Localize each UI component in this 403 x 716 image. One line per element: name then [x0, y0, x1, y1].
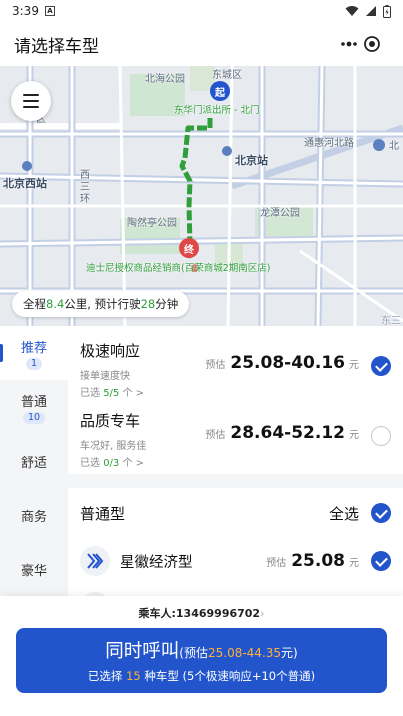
checkbox-checked-icon[interactable] — [371, 356, 391, 376]
ride-option-selected[interactable]: 已选 0/3 个 > — [80, 454, 391, 469]
checkbox-checked-icon[interactable] — [371, 551, 391, 571]
bottom-action-bar: 乘车人:13469996702› 同时呼叫(预估25.08-44.35元) 已选… — [0, 596, 403, 716]
estimate-label: 预估 — [205, 430, 226, 441]
status-icons — [345, 4, 391, 18]
ride-option-price: 预估 25.08-40.16 元 — [205, 353, 359, 373]
category-normal[interactable]: 普通 10 — [0, 380, 68, 434]
status-bar: 3:39 A — [0, 0, 403, 22]
chevron-right-icon: › — [260, 607, 265, 620]
map-label-west-ring: 西三环 — [80, 170, 90, 205]
menu-icon — [23, 94, 39, 96]
ride-option-price: 预估 28.64-52.12 元 — [205, 423, 359, 443]
map-label-start-place: 东华门派出所 - 北门 — [174, 105, 260, 116]
category-label: 舒适 — [20, 455, 47, 471]
passenger-phone: 13469996702 — [175, 607, 261, 620]
trip-minutes: 28 — [140, 297, 156, 311]
map-label-dongsan: 东三 — [381, 316, 401, 326]
route-map[interactable]: 北海公园 东城区 区 东华门派出所 - 北门 通惠河北路 北 北京站 北京西站 … — [0, 66, 403, 326]
category-label: 豪华 — [20, 563, 47, 579]
category-sidebar: 推荐 1 普通 10 舒适 商务 豪华 — [0, 326, 68, 596]
call-selected-suffix: 种车型 (5个极速响应+10个普通) — [140, 669, 316, 683]
call-button-summary: 已选择 15 种车型 (5个极速响应+10个普通) — [16, 668, 387, 684]
category-count-badge: 10 — [22, 411, 46, 424]
call-button-title-line: 同时呼叫(预估25.08-44.35元) — [16, 637, 387, 663]
price-unit: 元 — [349, 430, 359, 441]
start-marker-icon: 起 — [210, 81, 230, 101]
price-unit: 元 — [349, 360, 359, 371]
trip-distance: 8.4 — [46, 297, 65, 311]
price-value: 25.08 — [291, 551, 345, 571]
map-label-longtan: 龙潭公园 — [260, 208, 300, 219]
trip-summary: 全程 8.4 公里, 预计行驶 28 分钟 — [12, 291, 190, 317]
group-name: 普通型 — [80, 504, 126, 523]
category-luxury[interactable]: 豪华 — [0, 542, 68, 596]
map-menu-button[interactable] — [11, 81, 51, 121]
call-selected-count: 15 — [126, 669, 141, 683]
category-business[interactable]: 商务 — [0, 488, 68, 542]
checkbox-unchecked-icon[interactable] — [371, 426, 391, 446]
price-unit: 元 — [349, 558, 359, 569]
map-label-taoranting: 陶然亭公园 — [127, 218, 177, 229]
wifi-icon — [345, 6, 359, 16]
select-all-checkbox-icon[interactable] — [371, 503, 391, 523]
notification-badge-icon: A — [44, 6, 55, 16]
title-bar: 请选择车型 — [0, 22, 403, 66]
selected-prefix: 已选 — [80, 458, 104, 469]
trip-suffix: 分钟 — [155, 297, 179, 311]
category-label: 商务 — [20, 509, 47, 525]
map-label-beihai-park: 北海公园 — [145, 74, 185, 85]
select-all-label[interactable]: 全选 — [329, 503, 359, 524]
call-est-suffix: 元) — [281, 646, 298, 660]
call-button-title: 同时呼叫 — [105, 641, 180, 662]
page-title: 请选择车型 — [14, 36, 99, 57]
ride-option-premium[interactable]: 品质专车 车况好, 服务佳 已选 0/3 个 > 预估 28.64-52.12 … — [68, 396, 403, 469]
map-label-tonghui-river: 通惠河北路 — [304, 138, 354, 149]
ride-option-fast-response[interactable]: 极速响应 接单速度快 已选 5/5 个 > 预估 25.08-40.16 元 — [68, 326, 403, 399]
trip-mid: 公里, 预计行驶 — [64, 297, 141, 311]
end-marker-icon: 终 — [179, 238, 199, 258]
more-icon[interactable] — [340, 40, 358, 48]
model-row[interactable]: 星徽经济型 预估 25.08 元 — [68, 538, 403, 584]
category-recommended[interactable]: 推荐 1 — [0, 326, 68, 380]
estimate-label: 预估 — [266, 558, 287, 569]
passenger-label: 乘车人: — [138, 607, 176, 620]
signal-icon — [366, 6, 376, 16]
estimate-label: 预估 — [205, 360, 226, 371]
call-all-button[interactable]: 同时呼叫(预估25.08-44.35元) 已选择 15 种车型 (5个极速响应+… — [16, 628, 387, 693]
map-label-dongcheng: 东城区 — [212, 70, 242, 81]
selected-count: 0/3 — [103, 458, 120, 469]
brand-logo-icon — [80, 546, 110, 576]
category-label: 推荐 — [20, 340, 47, 356]
selected-suffix: 个 > — [119, 458, 145, 469]
map-label-bei: 北 — [389, 141, 399, 152]
call-est-prefix: (预估 — [179, 646, 208, 660]
mini-program-capsule — [331, 30, 389, 58]
close-miniprogram-icon[interactable] — [363, 35, 381, 53]
category-comfort[interactable]: 舒适 — [0, 434, 68, 488]
passenger-selector[interactable]: 乘车人:13469996702› — [0, 605, 403, 621]
map-label-end-place: 迪士尼授权商品经销商(百荣商城2期南区店) — [86, 263, 271, 274]
price-value: 28.64-52.12 — [230, 423, 345, 443]
call-selected-prefix: 已选择 — [87, 669, 127, 683]
map-label-beijing-station: 北京站 — [235, 154, 268, 167]
ride-options-list[interactable]: 极速响应 接单速度快 已选 5/5 个 > 预估 25.08-40.16 元 品… — [68, 326, 403, 596]
battery-icon — [383, 4, 391, 18]
trip-prefix: 全程 — [23, 297, 46, 311]
model-row-partial[interactable] — [68, 584, 403, 596]
category-label: 普通 — [20, 394, 47, 410]
category-count-badge: 1 — [25, 357, 43, 370]
model-price: 预估 25.08 元 — [266, 551, 359, 571]
group-header: 普通型 全选 — [68, 488, 403, 538]
call-est-range: 25.08-44.35 — [207, 646, 282, 660]
status-time: 3:39 — [12, 4, 39, 18]
price-value: 25.08-40.16 — [230, 353, 345, 373]
map-label-beijing-west: 北京西站 — [3, 177, 47, 190]
model-name: 星徽经济型 — [120, 554, 193, 571]
section-divider — [68, 474, 403, 488]
